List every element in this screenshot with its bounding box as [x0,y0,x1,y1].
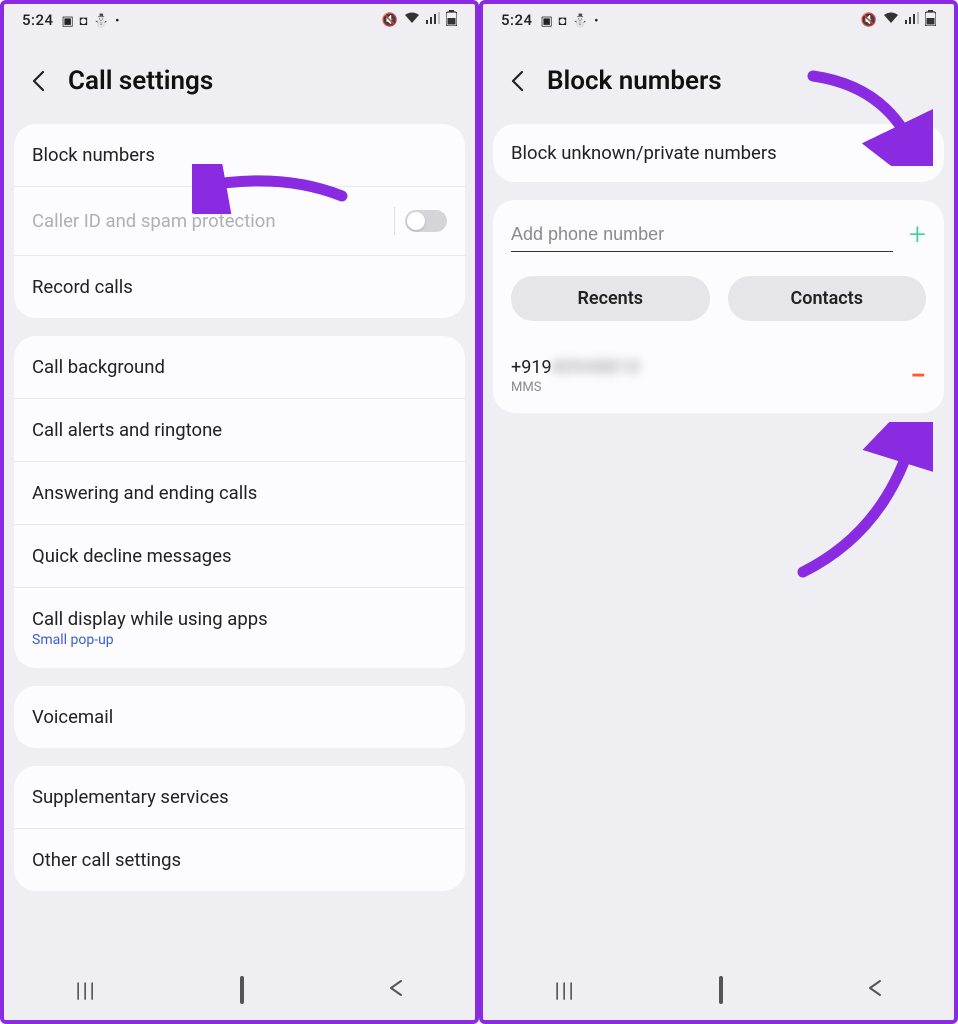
dot-icon: • [115,14,119,29]
row-call-alerts[interactable]: Call alerts and ringtone [14,398,465,461]
signal-icon [426,12,440,28]
row-block-unknown[interactable]: Block unknown/private numbers [493,124,944,182]
contacts-button[interactable]: Contacts [728,276,927,321]
annotation-arrow-remove [783,422,933,582]
block-list-card: + Recents Contacts +91940948810 MMS − [493,200,944,413]
stop-icon: ◘ [559,14,567,29]
phone-right: 5:24 ▣ ◘ ⛄ • 🔇 Block numbers [479,0,958,1024]
row-label: Caller ID and spam protection [32,210,276,232]
blocked-number: +91940948810 [511,357,641,378]
nav-recents-icon[interactable]: ||| [555,978,576,1002]
blocked-type: MMS [511,380,641,395]
row-call-display[interactable]: Call display while using apps Small pop-… [14,587,465,668]
row-answer-end[interactable]: Answering and ending calls [14,461,465,524]
status-right-icons: 🔇 [859,10,936,30]
row-label: Block numbers [32,144,155,166]
vibrate-icon: 🔇 [861,13,877,28]
row-label: Quick decline messages [32,545,232,567]
row-voicemail[interactable]: Voicemail [14,686,465,748]
row-label: Voicemail [32,706,113,728]
row-label: Call display while using apps [32,608,268,630]
battery-icon [925,10,936,30]
settings-group-4: Supplementary services Other call settin… [14,766,465,891]
stop-icon: ◘ [80,14,88,29]
settings-group-2: Call background Call alerts and ringtone… [14,336,465,668]
row-label: Record calls [32,276,133,298]
row-supp-services[interactable]: Supplementary services [14,766,465,828]
settings-group-1: Block numbers Caller ID and spam protect… [14,124,465,318]
nav-bar: ||| [483,964,954,1020]
image-icon: ▣ [541,14,553,29]
row-label: Call alerts and ringtone [32,419,222,441]
divider [394,207,395,235]
wifi-icon [883,12,899,28]
nav-bar: ||| [4,964,475,1020]
image-icon: ▣ [62,14,74,29]
back-button[interactable] [505,70,529,92]
row-other-settings[interactable]: Other call settings [14,828,465,891]
row-caller-id-spam[interactable]: Caller ID and spam protection [14,186,465,255]
header: Call settings [4,32,475,124]
battery-icon [446,10,457,30]
signal-icon [905,12,919,28]
block-unknown-card: Block unknown/private numbers [493,124,944,182]
blocked-entry: +91940948810 MMS − [493,343,944,413]
status-left-icons: ▣ ◘ ⛄ • [60,11,120,29]
page-title: Block numbers [547,66,722,96]
row-block-numbers[interactable]: Block numbers [14,124,465,186]
source-buttons: Recents Contacts [493,276,944,343]
row-label: Other call settings [32,849,181,871]
add-number-row: + [493,200,944,276]
toggle-caller-id[interactable] [405,210,447,232]
add-icon[interactable]: + [909,220,926,250]
snowman-icon: ⛄ [572,14,588,29]
row-sublabel: Small pop-up [32,632,268,648]
nav-back-icon[interactable] [387,978,403,1002]
recents-button[interactable]: Recents [511,276,710,321]
nav-home-icon[interactable] [719,978,723,1002]
add-phone-input[interactable] [511,218,893,252]
status-time: 5:24 [501,11,533,29]
settings-group-3: Voicemail [14,686,465,748]
wifi-icon [404,12,420,28]
nav-home-icon[interactable] [240,978,244,1002]
row-label: Supplementary services [32,786,229,808]
row-quick-decline[interactable]: Quick decline messages [14,524,465,587]
toggle-block-unknown[interactable] [884,142,926,164]
nav-recents-icon[interactable]: ||| [76,978,97,1002]
remove-icon[interactable]: − [910,362,926,390]
header: Block numbers [483,32,954,124]
status-right-icons: 🔇 [380,10,457,30]
row-label: Answering and ending calls [32,482,257,504]
row-label: Call background [32,356,165,378]
status-time: 5:24 [22,11,54,29]
vibrate-icon: 🔇 [382,13,398,28]
row-label: Block unknown/private numbers [511,142,777,164]
row-call-background[interactable]: Call background [14,336,465,398]
back-button[interactable] [26,70,50,92]
dot-icon: • [594,14,598,29]
nav-back-icon[interactable] [866,978,882,1002]
status-bar: 5:24 ▣ ◘ ⛄ • 🔇 [483,4,954,32]
snowman-icon: ⛄ [93,14,109,29]
phone-left: 5:24 ▣ ◘ ⛄ • 🔇 Call settings [0,0,479,1024]
row-record-calls[interactable]: Record calls [14,255,465,318]
status-left-icons: ▣ ◘ ⛄ • [539,11,599,29]
page-title: Call settings [68,66,213,96]
status-bar: 5:24 ▣ ◘ ⛄ • 🔇 [4,4,475,32]
